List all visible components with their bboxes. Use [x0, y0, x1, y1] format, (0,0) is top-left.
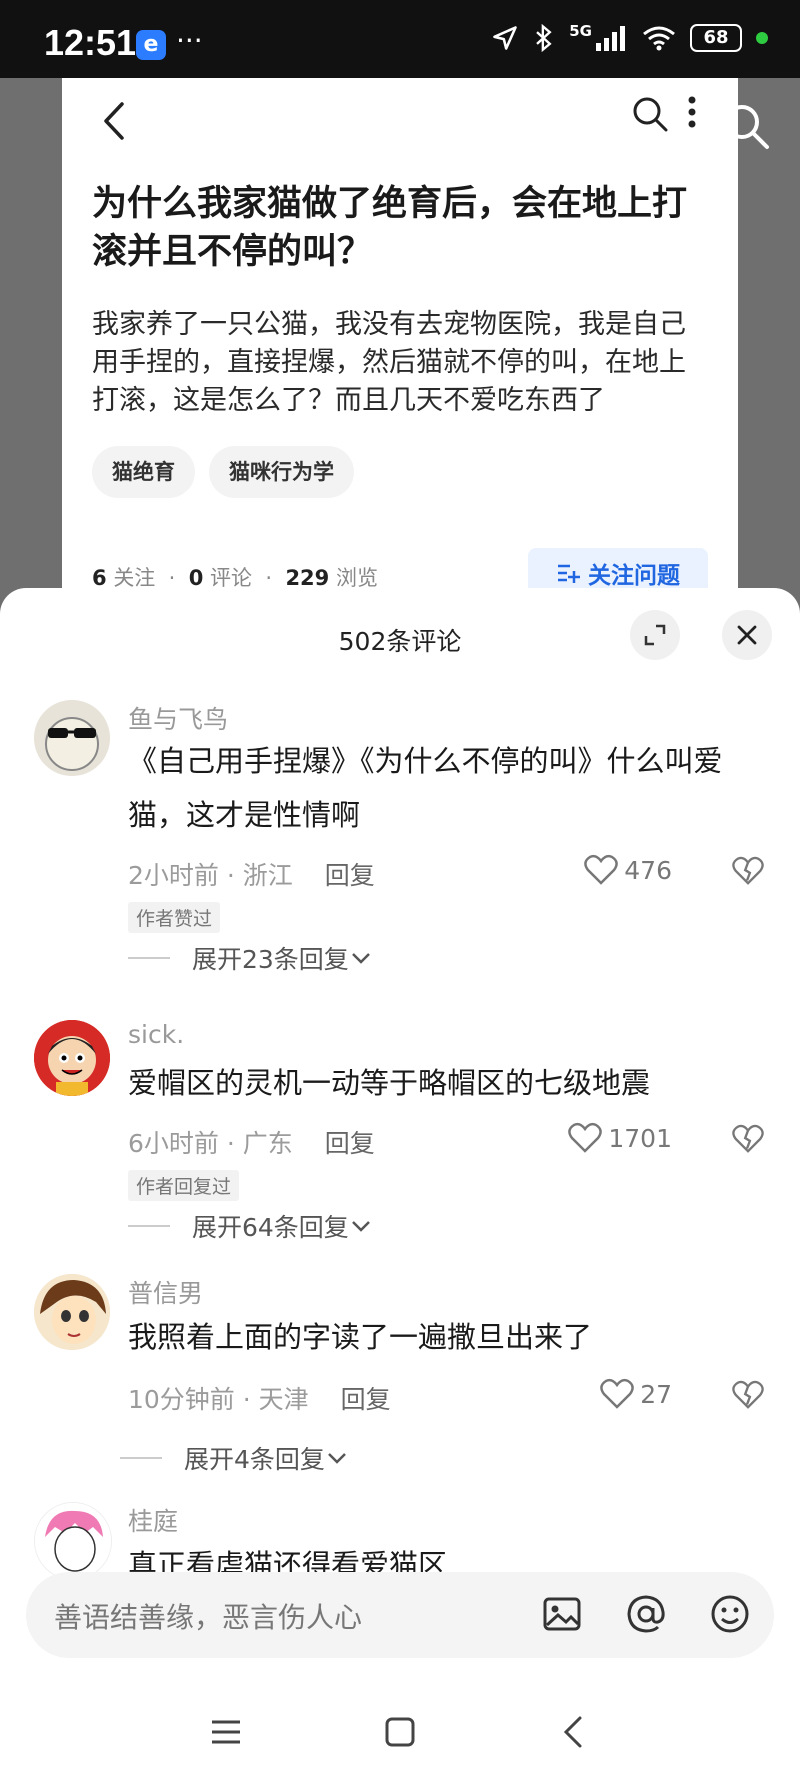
comment-text: 我照着上面的字读了一遍撒旦出来了 [128, 1320, 593, 1354]
wifi-icon [643, 26, 675, 51]
status-dots: ··· [176, 24, 203, 57]
system-nav-bar [0, 1680, 800, 1778]
follow-question-label: 关注问题 [588, 563, 680, 589]
comment-author[interactable]: sick. [128, 1020, 184, 1049]
avatar[interactable] [34, 1274, 110, 1350]
back-icon[interactable] [96, 96, 136, 146]
heart-icon [568, 1122, 603, 1153]
more-icon[interactable] [682, 92, 702, 136]
location-icon [493, 26, 518, 50]
like-button[interactable]: 476 [584, 854, 672, 886]
question-card: 为什么我家猫做了绝育后，会在地上打滚并且不停的叫？ 我家养了一只公猫，我没有去宠… [62, 78, 738, 598]
comment-time: 2小时前 · 浙江 [128, 861, 293, 890]
recording-dot [756, 32, 768, 44]
comment-text: 《自己用手捏爆》《为什么不停的叫》什么叫爱猫，这才是性情啊 [128, 744, 723, 832]
collapse-button[interactable] [630, 610, 680, 660]
dislike-icon[interactable] [732, 1380, 764, 1410]
close-icon [737, 625, 757, 645]
comment-author[interactable]: 鱼与飞鸟 [128, 700, 228, 736]
at-icon[interactable] [624, 1592, 668, 1636]
emoji-icon[interactable] [708, 1592, 752, 1636]
reply-button[interactable]: 回复 [341, 1385, 391, 1414]
add-list-icon [558, 564, 580, 583]
close-button[interactable] [722, 610, 772, 660]
tag-chip[interactable]: 猫咪行为学 [209, 446, 354, 498]
like-button[interactable]: 27 [600, 1378, 672, 1410]
author-liked-badge: 作者赞过 [128, 902, 221, 933]
comment-input-placeholder[interactable]: 善语结善缘，恶言伤人心 [54, 1596, 362, 1636]
reply-button[interactable]: 回复 [325, 861, 375, 890]
bluetooth-icon [536, 24, 552, 52]
like-count: 476 [624, 855, 672, 885]
reply-button[interactable]: 回复 [325, 1129, 375, 1158]
comment-author[interactable]: 桂庭 [128, 1502, 178, 1538]
like-count: 27 [640, 1379, 672, 1409]
expand-replies-button[interactable]: 展开4条回复 [120, 1440, 349, 1476]
dislike-icon[interactable] [732, 1124, 764, 1154]
chevron-down-icon [328, 1453, 346, 1464]
search-icon[interactable] [628, 92, 672, 136]
author-replied-badge: 作者回复过 [128, 1170, 240, 1201]
question-title: 为什么我家猫做了绝育后，会在地上打滚并且不停的叫？ [92, 184, 688, 272]
battery-indicator: 68 [690, 24, 742, 52]
comment-input-bar[interactable]: 善语结善缘，恶言伤人心 [26, 1572, 774, 1658]
comment-time: 10分钟前 · 天津 [128, 1385, 309, 1414]
chevron-down-icon [351, 1221, 370, 1232]
dislike-icon[interactable] [732, 856, 764, 886]
like-count: 1701 [608, 1123, 672, 1153]
comment-text: 爱帽区的灵机一动等于略帽区的七级地震 [128, 1066, 651, 1100]
collapse-icon [644, 624, 666, 646]
heart-icon [600, 1378, 634, 1409]
comments-count-title: 502条评论 [338, 627, 462, 656]
menu-icon[interactable] [208, 1714, 244, 1750]
question-body: 我家养了一只公猫，我没有去宠物医院，我是自己用手捏的，直接捏爆，然后猫就不停的叫… [92, 309, 686, 416]
avatar[interactable] [34, 700, 110, 776]
app-badge-icon: e [136, 30, 166, 60]
status-time: 12:51 [44, 22, 137, 63]
back-icon[interactable] [556, 1714, 592, 1750]
heart-icon [584, 854, 619, 885]
avatar[interactable] [34, 1502, 112, 1580]
image-icon[interactable] [540, 1592, 584, 1636]
comment-meta: 10分钟前 · 天津 回复 [128, 1380, 391, 1416]
tag-chip[interactable]: 猫绝育 [92, 446, 195, 498]
comment-author[interactable]: 普信男 [128, 1274, 203, 1310]
avatar[interactable] [34, 1020, 110, 1096]
comment-item: 桂庭 真正看虐猫还得看爱猫区 [0, 1498, 800, 1582]
comment-meta: 2小时前 · 浙江 回复 [128, 856, 375, 892]
network-type: 5G [569, 22, 592, 40]
home-icon[interactable] [382, 1714, 418, 1750]
comment-meta: 6小时前 · 广东 回复 [128, 1124, 375, 1160]
expand-replies-button[interactable]: 展开23条回复 [128, 940, 373, 976]
status-bar: 12:51 e ··· 5G 68 [0, 0, 800, 78]
expand-replies-button[interactable]: 展开64条回复 [128, 1208, 373, 1244]
signal-icon [596, 26, 625, 51]
chevron-down-icon [351, 953, 370, 964]
comment-time: 6小时前 · 广东 [128, 1129, 293, 1158]
like-button[interactable]: 1701 [568, 1122, 672, 1154]
